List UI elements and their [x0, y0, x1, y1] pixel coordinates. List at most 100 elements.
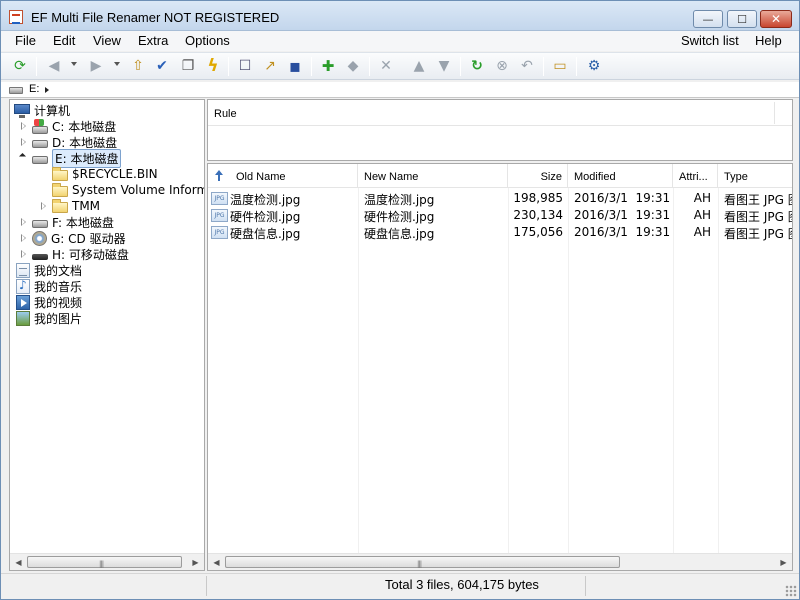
tree-item-drive-h[interactable]: H: 可移动磁盘	[32, 246, 129, 262]
lightning-icon[interactable]: ϟ	[204, 56, 222, 76]
expand-icon[interactable]	[20, 122, 28, 130]
add-icon[interactable]: ✚	[319, 57, 337, 75]
column-header-attributes[interactable]: Attri...	[673, 164, 718, 188]
move-up-icon[interactable]: ▲	[410, 57, 428, 75]
collapse-icon[interactable]	[20, 152, 28, 160]
expand-icon[interactable]	[20, 234, 28, 242]
title-bar[interactable]: EF Multi File Renamer NOT REGISTERED — ☐…	[1, 1, 799, 31]
table-row[interactable]: JPG 硬件检测.jpg 硬件检测.jpg 230,134 2016/3/1 1…	[208, 207, 792, 224]
scrollbar-thumb[interactable]: |||	[225, 556, 620, 568]
expand-icon[interactable]	[20, 250, 28, 258]
tree-item-system-volume[interactable]: System Volume Information	[52, 182, 204, 198]
tree-item-label: 我的文档	[34, 263, 83, 278]
delete-icon[interactable]: ✕	[377, 57, 395, 75]
minimize-button[interactable]: —	[693, 10, 723, 28]
removable-drive-icon	[32, 254, 48, 260]
expand-icon[interactable]	[40, 202, 48, 210]
maximize-icon: ☐	[737, 12, 747, 26]
cell-type: 看图王 JPG 图	[724, 210, 793, 224]
menu-file[interactable]: File	[15, 33, 36, 48]
edit-icon[interactable]: ◆	[344, 57, 362, 75]
undo-icon[interactable]: ↶	[518, 57, 536, 75]
column-header-type[interactable]: Type	[718, 164, 792, 188]
tree-item-my-music[interactable]: 我的音乐	[16, 278, 82, 294]
column-line	[358, 188, 359, 554]
column-line	[673, 188, 674, 554]
expand-icon[interactable]	[20, 138, 28, 146]
tree-item-tmm[interactable]: TMM	[52, 198, 100, 214]
browse-folder-icon[interactable]: ▭	[551, 57, 569, 75]
toolbar-separator	[369, 57, 370, 76]
path-bar: E:	[1, 82, 799, 98]
file-list-horizontal-scrollbar[interactable]: ◀ ||| ▶	[208, 553, 792, 570]
tree-item-label-selected: E: 本地磁盘	[52, 148, 122, 168]
tree-item-my-documents[interactable]: 我的文档	[16, 262, 82, 278]
menu-switch-list[interactable]: Switch list	[681, 33, 739, 48]
forward-dropdown-icon[interactable]	[114, 62, 120, 66]
scroll-left-icon[interactable]: ◀	[10, 554, 27, 570]
tree-item-recycle-bin[interactable]: $RECYCLE.BIN	[52, 166, 158, 182]
drive-icon	[32, 140, 48, 148]
settings-icon[interactable]: ⚙	[585, 57, 603, 75]
open-icon[interactable]: ↗	[261, 57, 279, 75]
tree-horizontal-scrollbar[interactable]: ◀ ||| ▶	[10, 553, 204, 570]
file-list[interactable]: Old Name New Name Size Modified Attri...…	[207, 163, 793, 571]
folder-up-icon[interactable]: ⇧	[129, 57, 147, 75]
check-icon[interactable]: ✔	[153, 57, 171, 75]
jpg-file-icon: JPG	[211, 192, 228, 205]
refresh-icon[interactable]: ⟳	[11, 57, 29, 75]
tree-item-drive-d[interactable]: D: 本地磁盘	[32, 134, 117, 150]
expand-icon[interactable]	[20, 218, 28, 226]
column-header-old-name[interactable]: Old Name	[208, 164, 358, 188]
column-header-modified[interactable]: Modified	[568, 164, 673, 188]
tree-item-computer[interactable]: 计算机	[14, 102, 70, 118]
scroll-right-icon[interactable]: ▶	[187, 554, 204, 570]
save-icon[interactable]: ▪	[286, 56, 304, 77]
rule-column-header[interactable]: Rule	[214, 108, 237, 120]
scrollbar-thumb[interactable]: |||	[27, 556, 182, 568]
forward-icon[interactable]: ▶	[87, 57, 105, 75]
column-header-new-name[interactable]: New Name	[358, 164, 508, 188]
tree-item-drive-f[interactable]: F: 本地磁盘	[32, 214, 114, 230]
cell-attributes: AH	[693, 208, 711, 222]
tree-item-drive-g[interactable]: G: CD 驱动器	[32, 230, 126, 246]
rule-list[interactable]: Rule	[207, 99, 793, 161]
apply-rename-icon[interactable]: ↻	[468, 57, 486, 75]
column-label: Type	[724, 171, 748, 183]
path-chevron-icon[interactable]	[45, 87, 49, 93]
folder-icon	[52, 182, 68, 197]
tree-item-my-pictures[interactable]: 我的图片	[16, 310, 82, 326]
menu-extra[interactable]: Extra	[138, 33, 168, 48]
new-icon[interactable]: ☐	[236, 57, 254, 75]
maximize-button[interactable]: ☐	[727, 10, 757, 28]
back-dropdown-icon[interactable]	[71, 62, 77, 66]
table-row[interactable]: JPG 硬盘信息.jpg 硬盘信息.jpg 175,056 2016/3/1 1…	[208, 224, 792, 241]
tree-item-my-videos[interactable]: 我的视频	[16, 294, 82, 310]
close-button[interactable]: ✕	[760, 10, 792, 28]
scroll-right-icon[interactable]: ▶	[775, 554, 792, 570]
resize-grip-icon[interactable]	[785, 585, 797, 597]
cd-drive-icon	[32, 230, 47, 246]
toolbar-separator	[228, 57, 229, 76]
path-segment[interactable]: E:	[29, 83, 39, 95]
tree-item-drive-e[interactable]: E: 本地磁盘	[32, 148, 122, 168]
drive-icon	[32, 156, 48, 164]
menu-bar: File Edit View Extra Options Switch list…	[1, 31, 799, 51]
book-icon[interactable]: ❐	[179, 57, 197, 75]
scroll-left-icon[interactable]: ◀	[208, 554, 225, 570]
stop-icon[interactable]: ⊗	[493, 57, 511, 75]
table-row[interactable]: JPG 温度检测.jpg 温度检测.jpg 198,985 2016/3/1 1…	[208, 190, 792, 207]
move-down-icon[interactable]: ▼	[435, 57, 453, 75]
window-title: EF Multi File Renamer NOT REGISTERED	[31, 10, 280, 25]
menu-view[interactable]: View	[93, 33, 121, 48]
music-library-icon	[16, 278, 30, 294]
menu-options[interactable]: Options	[185, 33, 230, 48]
tree-item-drive-c[interactable]: C: 本地磁盘	[32, 118, 116, 134]
column-header-size[interactable]: Size	[508, 164, 568, 188]
back-icon[interactable]: ◀	[45, 57, 63, 75]
menu-help[interactable]: Help	[755, 33, 782, 48]
jpg-file-icon: JPG	[211, 226, 228, 239]
cell-new-name: 温度检测.jpg	[364, 193, 435, 207]
column-label: Size	[540, 171, 562, 183]
menu-edit[interactable]: Edit	[53, 33, 75, 48]
